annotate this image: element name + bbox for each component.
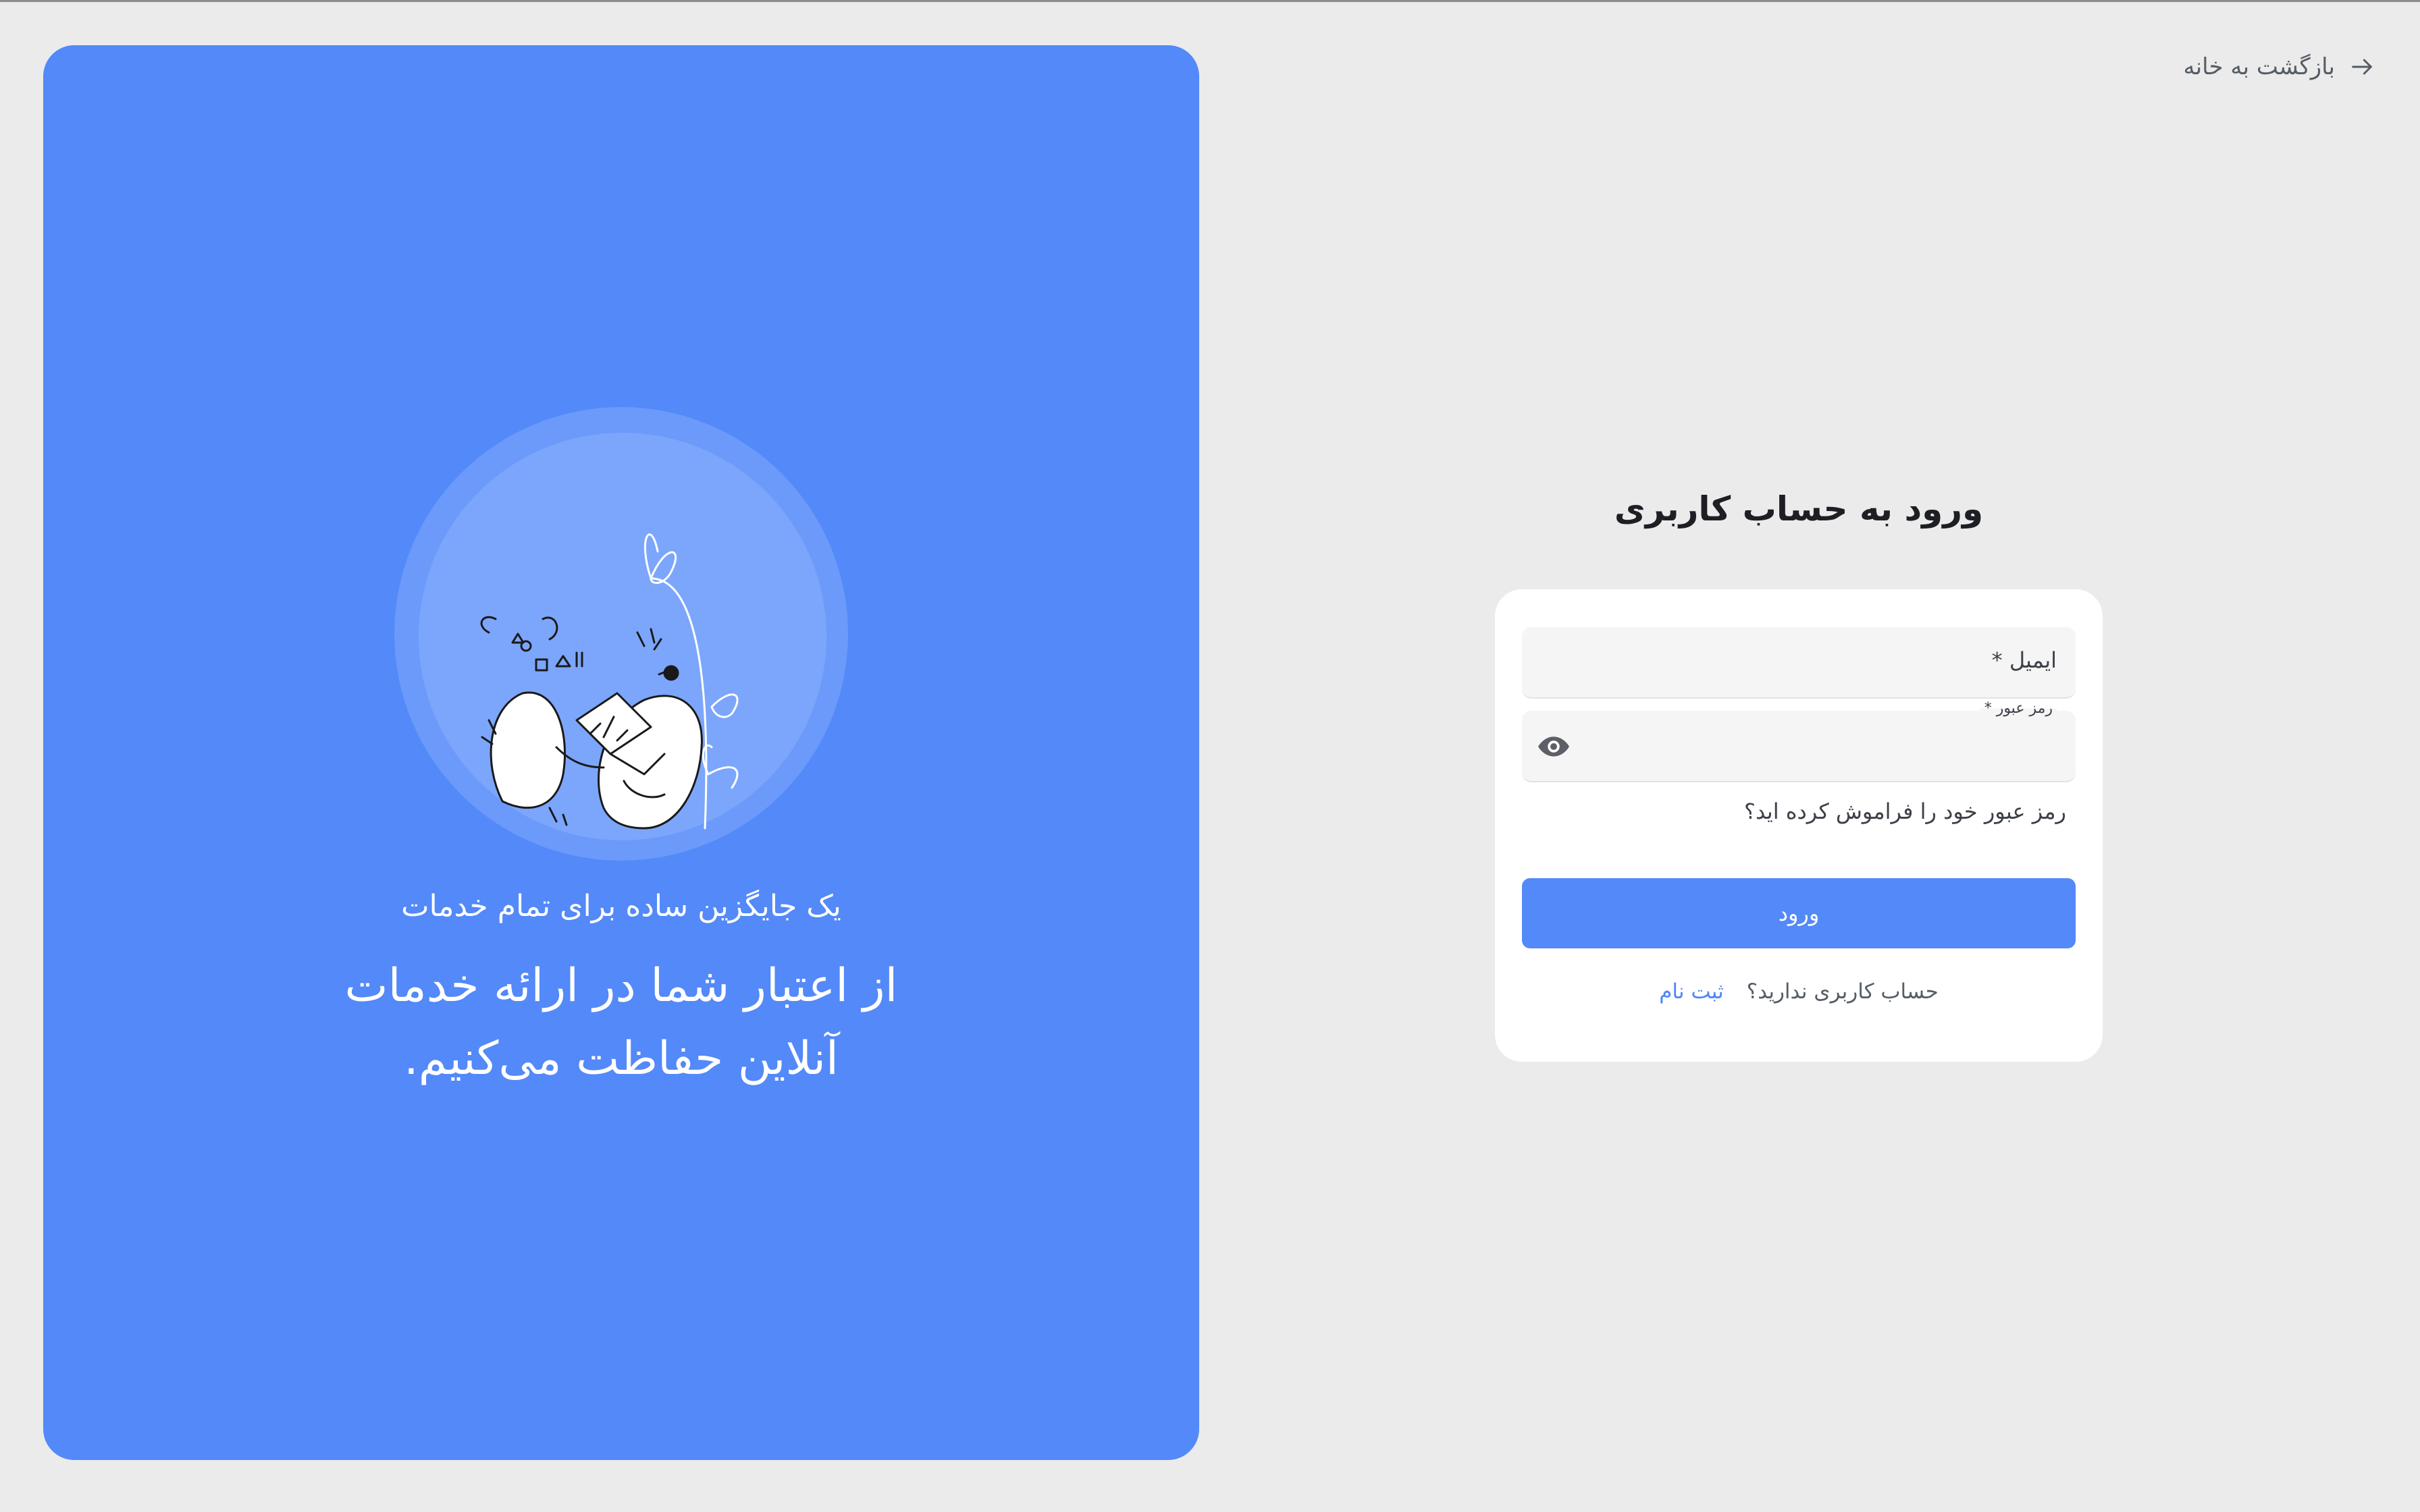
- hero-panel: یک جایگزین ساده برای تمام خدمات از اعتبا…: [43, 45, 1199, 1460]
- hero-title-line-2: آنلاین حفاظت می‌کنیم.: [404, 1032, 839, 1085]
- hero-subtitle: یک جایگزین ساده برای تمام خدمات: [401, 889, 841, 923]
- back-home-label: بازگشت به خانه: [2183, 53, 2335, 80]
- email-field-label: ایمیل *: [1991, 647, 2057, 673]
- back-home-link[interactable]: بازگشت به خانه: [2183, 53, 2375, 80]
- login-button[interactable]: ورود: [1522, 878, 2076, 948]
- hero-title-line-1: از اعتبار شما در ارائه خدمات: [344, 959, 898, 1013]
- login-page: یک جایگزین ساده برای تمام خدمات از اعتبا…: [0, 0, 2420, 1512]
- login-title: ورود به حساب کاربری: [1614, 489, 1984, 529]
- password-field[interactable]: رمز عبور *: [1522, 700, 2076, 782]
- signup-link[interactable]: ثبت نام: [1659, 979, 1724, 1004]
- eye-icon[interactable]: [1537, 730, 1571, 763]
- no-account-text: حساب کاربری ندارید؟: [1746, 979, 1939, 1004]
- hero-title: از اعتبار شما در ارائه خدمات آنلاین حفاظ…: [43, 950, 1199, 1096]
- email-field[interactable]: ایمیل *: [1522, 627, 2076, 699]
- developer-illustration-icon: [480, 533, 739, 830]
- forgot-password-link[interactable]: رمز عبور خود را فراموش کرده اید؟: [1744, 799, 2066, 824]
- password-field-label: رمز عبور *: [1980, 700, 2057, 717]
- signup-row: حساب کاربری ندارید؟ ثبت نام: [1495, 979, 2103, 1004]
- arrow-right-icon: [2352, 59, 2372, 75]
- login-card: ایمیل * رمز عبور * رمز عبور خود را فرامو…: [1495, 589, 2103, 1062]
